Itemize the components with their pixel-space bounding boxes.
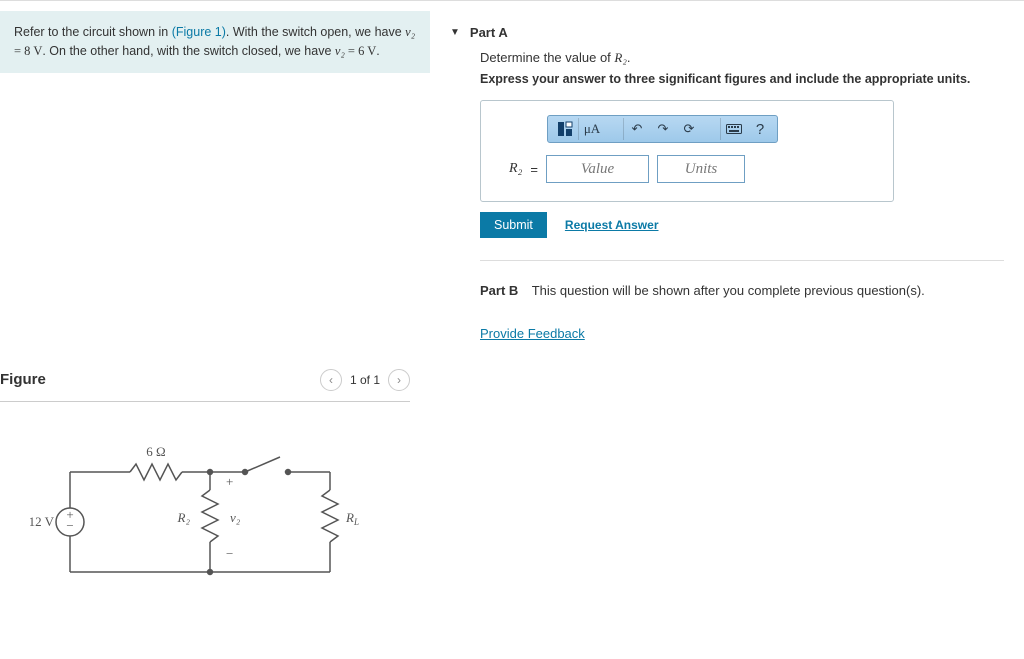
reset-icon[interactable]: ⟳ <box>676 118 702 140</box>
template-icon[interactable] <box>552 118 578 140</box>
svg-text:RL: RL <box>345 510 359 527</box>
figure-pager-text: 1 of 1 <box>350 373 380 387</box>
part-b-label: Part B <box>480 283 518 298</box>
figure-link[interactable]: (Figure 1) <box>172 25 226 39</box>
svg-text:+: + <box>226 474 233 489</box>
circuit-source-voltage: 12 V <box>30 514 55 529</box>
circuit-rl-sub: L <box>353 517 359 527</box>
answer-box: μA ↶ ↷ ⟳ ? R₂ = Value <box>480 100 894 202</box>
v2-symbol-2: v₂ <box>335 44 345 58</box>
undo-icon[interactable]: ↶ <box>623 118 650 140</box>
problem-text-1: Refer to the circuit shown in <box>14 25 172 39</box>
submit-button[interactable]: Submit <box>480 212 547 238</box>
svg-text:−: − <box>226 546 233 561</box>
part-b-text: This question will be shown after you co… <box>532 283 925 298</box>
answer-varname: R₂ <box>509 161 522 177</box>
circuit-diagram: + − 12 V 6 Ω R₂ + v₂ − RL <box>0 402 410 605</box>
circuit-r2-label: R₂ <box>177 510 191 525</box>
problem-text-3: . On the other hand, with the switch clo… <box>42 44 335 58</box>
redo-icon[interactable]: ↷ <box>650 118 676 140</box>
figure-prev-button[interactable]: ‹ <box>320 369 342 391</box>
units-icon[interactable]: μA <box>578 118 605 140</box>
provide-feedback-link[interactable]: Provide Feedback <box>480 326 585 341</box>
part-a-collapse-icon[interactable]: ▼ <box>450 27 460 38</box>
v2-open: = 8 V <box>14 44 42 58</box>
keyboard-icon[interactable] <box>720 118 747 140</box>
help-icon[interactable]: ? <box>747 118 773 140</box>
circuit-r-top: 6 Ω <box>146 444 165 459</box>
part-a-prompt: Determine the value of <box>480 50 614 65</box>
part-a-header: Part A <box>470 25 508 40</box>
circuit-rl-label: R <box>345 510 354 525</box>
circuit-v2-label: v₂ <box>230 510 241 525</box>
figure-next-button[interactable]: › <box>388 369 410 391</box>
answer-toolbar: μA ↶ ↷ ⟳ ? <box>547 115 778 143</box>
divider <box>480 260 1004 261</box>
value-input[interactable]: Value <box>546 155 649 183</box>
part-a-instruction: Express your answer to three significant… <box>480 72 1004 86</box>
units-input[interactable]: Units <box>657 155 745 183</box>
v2-closed: = 6 V <box>348 44 376 58</box>
figure-title: Figure <box>0 371 46 388</box>
answer-eq: = <box>530 162 538 177</box>
problem-text-end: . <box>376 44 379 58</box>
problem-statement: Refer to the circuit shown in (Figure 1)… <box>0 11 430 73</box>
request-answer-link[interactable]: Request Answer <box>565 218 659 232</box>
part-a-var: R₂ <box>614 50 626 65</box>
problem-text-2: . With the switch open, we have <box>226 25 405 39</box>
svg-text:−: − <box>66 518 73 533</box>
v2-symbol-1: v₂ <box>405 25 415 39</box>
